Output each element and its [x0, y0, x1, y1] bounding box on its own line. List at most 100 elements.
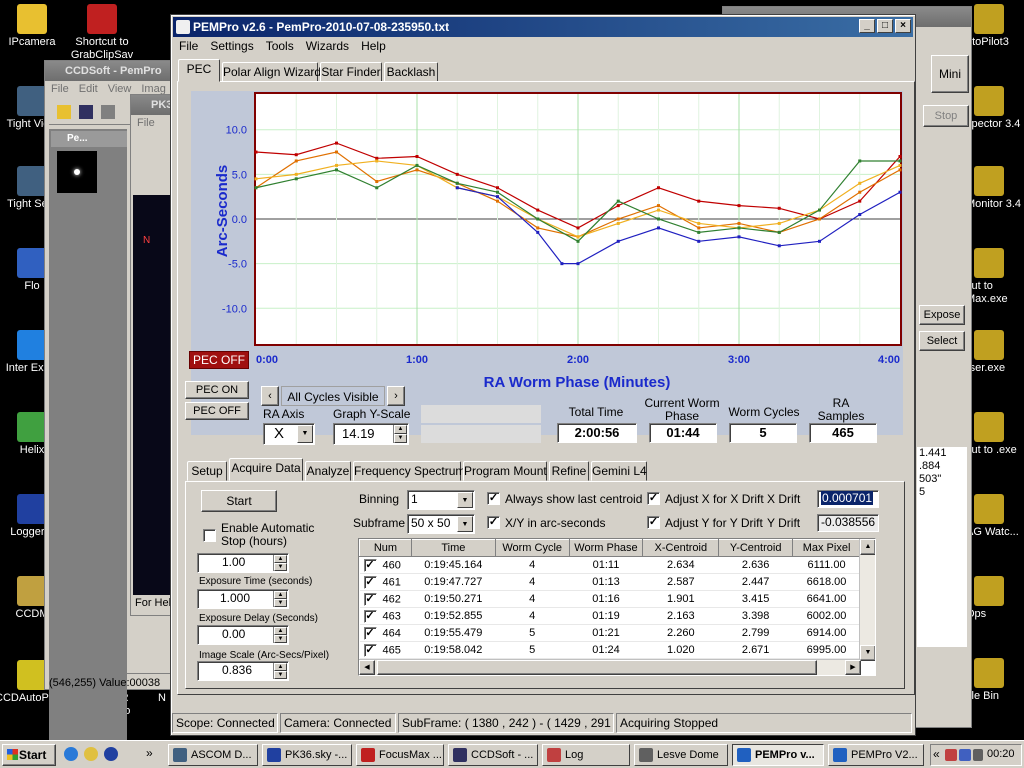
auto-stop-input[interactable]: 1.00 ▲ ▼: [197, 553, 289, 573]
table-row[interactable]: ✓ 464 0:19:55.479 5 01:21 2.260 2.799 6914.00: [359, 624, 861, 642]
menu-settings[interactable]: Settings: [204, 39, 259, 53]
tab-pec[interactable]: PEC: [178, 59, 220, 82]
samples-table[interactable]: Num Time Worm Cycle Worm Phase X-Centroi…: [358, 538, 876, 676]
start-menu-button[interactable]: Start: [2, 744, 56, 766]
desktop-icon-right-4[interactable]: rser.exe: [966, 330, 1024, 375]
col-num[interactable]: Num: [359, 539, 412, 557]
scroll-right-icon[interactable]: ▶: [845, 660, 861, 675]
cycles-selector[interactable]: All Cycles Visible: [281, 386, 385, 406]
scroll-up-icon[interactable]: ▲: [860, 539, 875, 555]
tab-backlash[interactable]: Backlash: [384, 62, 438, 82]
col-worm-phase[interactable]: Worm Phase: [568, 539, 644, 557]
always-show-centroid-checkbox[interactable]: ✓: [487, 492, 500, 505]
desktop-icon-1[interactable]: Shortcut to GrabClipSav: [56, 4, 148, 62]
tab-analyze[interactable]: Analyze: [305, 461, 351, 481]
menu-tools[interactable]: Tools: [260, 39, 300, 53]
binning-select[interactable]: 1 ▼: [407, 490, 475, 510]
taskbar-item-3[interactable]: CCDSoft - ...: [448, 744, 538, 766]
tray-volume-icon[interactable]: [973, 749, 983, 761]
col-time[interactable]: Time: [410, 539, 496, 557]
tab-frequency-spectrum[interactable]: Frequency Spectrum: [353, 461, 465, 481]
subframe-select[interactable]: 50 x 50 ▼: [407, 514, 475, 534]
row-checkbox[interactable]: ✓: [363, 609, 377, 623]
tab-setup[interactable]: Setup: [187, 461, 227, 481]
mini-button[interactable]: Mini: [931, 55, 969, 93]
tab-program-mount[interactable]: Program Mount: [463, 461, 547, 481]
taskbar-item-4[interactable]: Log: [542, 744, 630, 766]
sky-map[interactable]: N: [133, 195, 175, 595]
taskbar-item-2[interactable]: FocusMax ...: [356, 744, 444, 766]
tray-app-icon-1[interactable]: [945, 749, 957, 761]
pec-on-button[interactable]: PEC ON: [185, 381, 249, 399]
expose-button[interactable]: Expose: [919, 305, 965, 325]
tray-app-icon-2[interactable]: [959, 749, 971, 761]
col-x-centroid[interactable]: X-Centroid: [642, 539, 720, 557]
expand-icon[interactable]: »: [146, 746, 153, 760]
table-row[interactable]: ✓ 465 0:19:58.042 5 01:24 1.020 2.671 6995.00: [359, 641, 861, 659]
row-checkbox[interactable]: ✓: [363, 575, 377, 589]
desktop-icon-right-7[interactable]: Ops: [966, 576, 1024, 621]
chevron-down-icon[interactable]: ▼: [457, 516, 473, 532]
clock[interactable]: 00:20: [987, 748, 1015, 760]
browser-icon[interactable]: [84, 747, 98, 761]
desktop-icon-right-3[interactable]: cut to Max.exe: [966, 248, 1024, 306]
print-icon[interactable]: [101, 105, 115, 119]
cycle-prev-button[interactable]: ‹: [261, 386, 279, 406]
table-row[interactable]: ✓ 460 0:19:45.164 4 01:11 2.634 2.636 6111.00: [359, 556, 861, 574]
scroll-down-icon[interactable]: ▼: [860, 645, 875, 661]
taskbar-item-7[interactable]: PEMPro V2...: [828, 744, 924, 766]
image-scale-spinner[interactable]: ▲ ▼: [273, 663, 287, 679]
scroll-thumb[interactable]: [377, 660, 817, 675]
exposure-delay-input[interactable]: 0.00 ▲ ▼: [197, 625, 289, 645]
image-scale-input[interactable]: 0.836 ▲ ▼: [197, 661, 289, 681]
ccdsoft-menu-view[interactable]: View: [108, 83, 132, 95]
scroll-left-icon[interactable]: ◀: [359, 660, 375, 675]
menu-help[interactable]: Help: [355, 39, 392, 53]
maximize-button[interactable]: □: [877, 19, 893, 33]
taskbar-item-0[interactable]: ASCOM D...: [168, 744, 258, 766]
pk36-menu-file[interactable]: File: [137, 117, 155, 129]
taskbar-item-6[interactable]: PEMPro v...: [732, 744, 824, 766]
row-checkbox[interactable]: ✓: [363, 643, 377, 657]
close-button[interactable]: ×: [895, 19, 911, 33]
xy-arcsec-checkbox[interactable]: ✓: [487, 516, 500, 529]
select-button[interactable]: Select: [919, 331, 965, 351]
x-drift-input[interactable]: 0.000701: [817, 490, 879, 508]
chevron-down-icon[interactable]: ▼: [297, 425, 313, 443]
menu-file[interactable]: File: [173, 39, 204, 53]
exposure-time-input[interactable]: 1.000 ▲ ▼: [197, 589, 289, 609]
desktop-icon-right-2[interactable]: Monitor 3.4: [966, 166, 1024, 211]
title-bar[interactable]: PEMPro v2.6 - PemPro-2010-07-08-235950.t…: [173, 17, 913, 37]
table-row[interactable]: ✓ 462 0:19:50.271 4 01:16 1.901 3.415 6641.00: [359, 590, 861, 608]
minimize-button[interactable]: _: [859, 19, 875, 33]
desktop-icon-right-8[interactable]: cle Bin: [966, 658, 1024, 703]
row-checkbox[interactable]: ✓: [363, 592, 377, 606]
table-row[interactable]: ✓ 463 0:19:52.855 4 01:19 2.163 3.398 6002.00: [359, 607, 861, 625]
desktop-icon-right-5[interactable]: cut to .exe: [966, 412, 1024, 457]
desktop-icon-right-6[interactable]: AG Watc...: [966, 494, 1024, 539]
ra-axis-select[interactable]: X ▼: [263, 423, 315, 445]
desktop-icon-right-1[interactable]: spector 3.4: [966, 86, 1024, 131]
auto-stop-spinner[interactable]: ▲ ▼: [273, 555, 287, 571]
adjust-x-checkbox[interactable]: ✓: [647, 492, 660, 505]
cycle-next-button[interactable]: ›: [387, 386, 405, 406]
tab-acquire-data[interactable]: Acquire Data: [229, 458, 303, 481]
table-vscrollbar[interactable]: ▲ ▼: [859, 539, 875, 661]
menu-wizards[interactable]: Wizards: [300, 39, 355, 53]
row-checkbox[interactable]: ✓: [363, 626, 377, 640]
chevron-down-icon[interactable]: ▼: [457, 492, 473, 508]
stop-button-bg[interactable]: Stop: [923, 105, 969, 127]
col-y-centroid[interactable]: Y-Centroid: [718, 539, 794, 557]
ccdsoft-menu-edit[interactable]: Edit: [79, 83, 98, 95]
table-row[interactable]: ✓ 461 0:19:47.727 4 01:13 2.587 2.447 6618.00: [359, 573, 861, 591]
table-hscrollbar[interactable]: ◀ ▶: [359, 659, 861, 675]
media-icon[interactable]: [104, 747, 118, 761]
tab-gemini-l4[interactable]: Gemini L4: [591, 461, 647, 481]
graph-y-scale-spinner[interactable]: ▲ ▼: [393, 425, 407, 443]
col-max-pixel[interactable]: Max Pixel: [792, 539, 861, 557]
enable-auto-stop-checkbox[interactable]: [203, 529, 216, 542]
adjust-y-checkbox[interactable]: ✓: [647, 516, 660, 529]
desktop-icon-right-0[interactable]: utoPilot3: [966, 4, 1024, 49]
save-icon[interactable]: [79, 105, 93, 119]
start-button[interactable]: Start: [201, 490, 277, 512]
